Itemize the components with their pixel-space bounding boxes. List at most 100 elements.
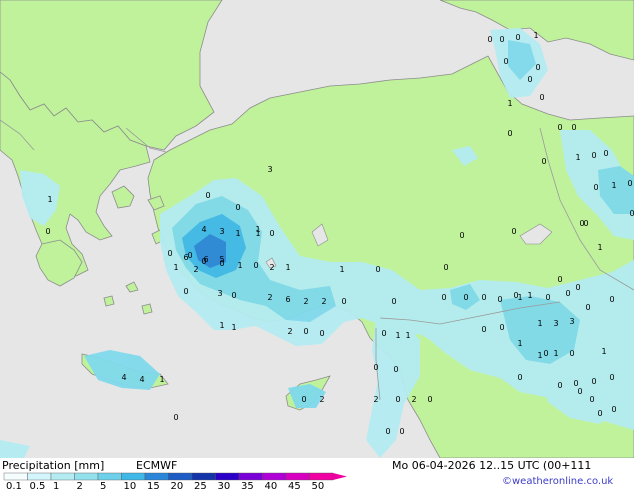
value-label: 2 [319, 395, 324, 404]
scale-label: 30 [218, 481, 231, 490]
scale-label: 45 [288, 481, 301, 490]
value-label: 0 [303, 327, 308, 336]
value-label: 0 [269, 229, 274, 238]
value-label: 0 [497, 295, 502, 304]
value-label: 1 [553, 349, 558, 358]
value-label: 4 [139, 375, 144, 384]
value-label: 0 [627, 179, 632, 188]
value-label: 0 [235, 203, 240, 212]
value-label: 0 [499, 35, 504, 44]
value-label: 0 [319, 329, 324, 338]
value-label: 0 [609, 373, 614, 382]
value-label: 0 [381, 329, 386, 338]
value-label: 1 [47, 195, 52, 204]
scale-swatch [238, 472, 263, 481]
value-label: 1 [517, 293, 522, 302]
footer: Precipitation [mm] ECMWF Mo 06-04-2026 1… [0, 458, 634, 490]
scale-label: 20 [171, 481, 184, 490]
value-label: 0 [205, 191, 210, 200]
value-label: 5 [219, 255, 224, 264]
value-label: 0 [375, 265, 380, 274]
value-label: 0 [441, 293, 446, 302]
value-label: 0 [253, 261, 258, 270]
scale-swatch [50, 472, 75, 481]
scale-swatch [191, 472, 216, 481]
value-label: 0 [507, 129, 512, 138]
value-label: 1 [517, 339, 522, 348]
value-label: 0 [557, 381, 562, 390]
value-label: 1 [219, 321, 224, 330]
scale-label: 5 [100, 481, 106, 490]
value-label: 1 [339, 265, 344, 274]
credit: ©weatheronline.co.uk [502, 476, 614, 487]
value-label: 0 [557, 275, 562, 284]
value-label: 2 [321, 297, 326, 306]
value-label: 0 [591, 151, 596, 160]
value-label: 3 [217, 289, 222, 298]
value-label: 0 [301, 395, 306, 404]
value-label: 0 [609, 295, 614, 304]
scale-label: 25 [194, 481, 207, 490]
scale-label: 1 [53, 481, 59, 490]
value-label: 0 [517, 373, 522, 382]
value-label: 0 [569, 349, 574, 358]
value-label: 0 [399, 427, 404, 436]
value-label: 6 [183, 253, 188, 262]
value-label: 1 [235, 229, 240, 238]
value-label: 0 [575, 283, 580, 292]
value-label: 0 [487, 35, 492, 44]
value-label: 0 [593, 183, 598, 192]
value-label: 0 [373, 363, 378, 372]
value-label: 2 [373, 395, 378, 404]
value-label: 0 [393, 365, 398, 374]
scale-label: 0.5 [30, 481, 46, 490]
scale-swatch [215, 472, 240, 481]
value-label: 6 [285, 295, 290, 304]
value-label: 0 [459, 231, 464, 240]
scale-swatch [121, 472, 146, 481]
value-label: 0 [541, 157, 546, 166]
value-label: 2 [411, 395, 416, 404]
value-label: 0 [597, 409, 602, 418]
value-label: 2 [303, 297, 308, 306]
scale-swatch [3, 472, 28, 481]
value-label: 4 [201, 225, 206, 234]
scale-label: 40 [265, 481, 278, 490]
value-label: 3 [267, 165, 272, 174]
value-label: 2 [267, 293, 272, 302]
value-label: 1 [527, 291, 532, 300]
value-label: 0 [543, 349, 548, 358]
value-label: 6 [203, 255, 208, 264]
value-label: 0 [481, 293, 486, 302]
value-label: 0 [511, 227, 516, 236]
value-label: 0 [499, 323, 504, 332]
scale-label: 15 [147, 481, 160, 490]
value-label: 0 [589, 395, 594, 404]
value-label: 1 [601, 347, 606, 356]
value-label: 2 [287, 327, 292, 336]
value-label: 3 [569, 317, 574, 326]
value-label: 0 [481, 325, 486, 334]
scale-swatch [97, 472, 122, 481]
value-label: 0 [585, 303, 590, 312]
value-label: 0 [545, 293, 550, 302]
color-scale: 0.1 0.5 1 2 5 10 15 20 25 30 35 40 45 50 [3, 472, 347, 490]
value-label: 0 [391, 297, 396, 306]
value-label: 1 [611, 181, 616, 190]
value-label: 0 [463, 293, 468, 302]
value-label: 4 [121, 373, 126, 382]
scale-swatch [144, 472, 169, 481]
value-label: 1 [533, 31, 538, 40]
scale-swatch [262, 472, 287, 481]
value-label: 1 [173, 263, 178, 272]
value-label: 3 [553, 319, 558, 328]
value-label: 0 [231, 291, 236, 300]
scale-swatch [285, 472, 310, 481]
value-label: 1 [395, 331, 400, 340]
scale-swatch [168, 472, 193, 481]
value-label: 0 [167, 249, 172, 258]
value-label: 1 [537, 351, 542, 360]
value-label: 1 [575, 153, 580, 162]
scale-label: 10 [124, 481, 137, 490]
value-label: 2 [269, 263, 274, 272]
